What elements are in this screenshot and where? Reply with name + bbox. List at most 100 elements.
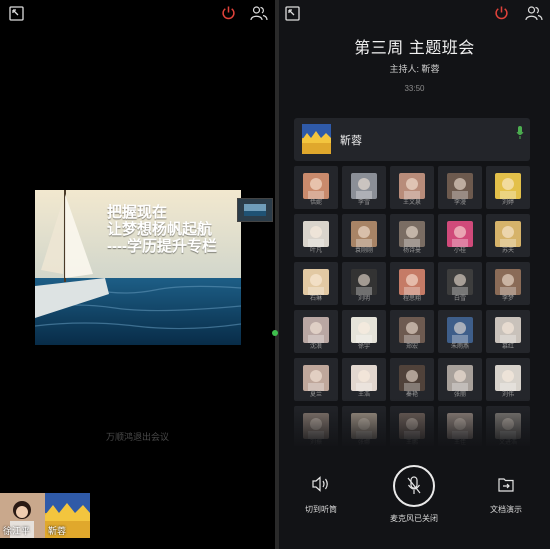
participant-cell[interactable]: 徐宇 bbox=[342, 310, 386, 353]
participant-name: 苏天 bbox=[501, 248, 514, 254]
exit-fullscreen-icon[interactable] bbox=[284, 5, 301, 22]
participants-icon[interactable] bbox=[249, 4, 268, 22]
participant-cell[interactable]: 文进浩 bbox=[486, 406, 530, 446]
participant-cell[interactable]: 沈浪 bbox=[294, 310, 338, 353]
participant-cell[interactable]: 白雪 bbox=[438, 262, 482, 305]
participant-cell[interactable]: 李梦 bbox=[486, 262, 530, 305]
slide-thumbnail[interactable] bbox=[237, 198, 273, 222]
video-tile[interactable]: 徐江平 bbox=[0, 493, 45, 538]
avatar bbox=[351, 317, 377, 343]
avatar bbox=[495, 413, 521, 439]
power-icon[interactable] bbox=[220, 4, 237, 21]
participant-cell[interactable]: 慕红 bbox=[486, 310, 530, 353]
speaker-toggle-button[interactable]: 切到听筒 bbox=[299, 470, 343, 515]
participant-name: 李漫 bbox=[453, 200, 466, 206]
video-tile-name: 靳蓉 bbox=[48, 526, 67, 536]
participant-cell[interactable]: 李雪 bbox=[342, 166, 386, 209]
doc-share-button[interactable]: 文档演示 bbox=[484, 470, 528, 515]
participant-name: 杨诗曼 bbox=[402, 248, 421, 254]
participant-name: 王文泉 bbox=[402, 200, 421, 206]
participant-grid: 恬妮 李雪 王文泉 李漫 刘婷叶凡 袁刚刚 杨诗曼 小桂 苏天石琳 刘明 程思翔 白雪 李梦沈浪 徐宇 郑宏… bbox=[294, 166, 534, 446]
mic-active-icon bbox=[516, 126, 524, 144]
avatar bbox=[447, 413, 473, 439]
avatar bbox=[303, 269, 329, 295]
participant-cell[interactable]: 苏天 bbox=[486, 214, 530, 257]
avatar bbox=[351, 365, 377, 391]
avatar bbox=[399, 413, 425, 439]
participant-name: 程思翔 bbox=[402, 296, 421, 302]
speaker-toggle-label: 切到听筒 bbox=[305, 505, 337, 514]
participant-name: 秦艳 bbox=[405, 392, 418, 398]
participant-name: 夏兰 bbox=[309, 392, 322, 398]
participant-cell[interactable]: 刘明 bbox=[342, 262, 386, 305]
participant-name: 张丽 bbox=[453, 392, 466, 398]
participant-cell[interactable]: 朱雨燕 bbox=[438, 310, 482, 353]
participant-name: 朱雨燕 bbox=[450, 344, 469, 350]
participant-cell[interactable]: 刘婷 bbox=[486, 166, 530, 209]
host-row[interactable]: 靳蓉 bbox=[294, 118, 530, 161]
participant-cell[interactable]: 叶凡 bbox=[294, 214, 338, 257]
status-message: 万顺鸿退出会议 bbox=[105, 432, 169, 442]
participant-cell[interactable]: 袁刚刚 bbox=[342, 214, 386, 257]
participant-name: 郑宏 bbox=[405, 344, 418, 350]
meeting-panel: 第三周 主题班会 主持人: 靳蓉 33:50 靳蓉 恬妮 李雪 王文泉 李漫 刘婷 叶凡 袁… bbox=[279, 0, 550, 549]
avatar bbox=[399, 221, 425, 247]
participants-icon[interactable] bbox=[524, 4, 543, 22]
avatar bbox=[303, 365, 329, 391]
participant-name: 李梦 bbox=[501, 296, 514, 302]
participant-cell[interactable]: 王文泉 bbox=[390, 166, 434, 209]
participant-name: 沈浪 bbox=[309, 344, 322, 350]
active-indicator bbox=[272, 330, 278, 336]
avatar bbox=[495, 221, 521, 247]
avatar bbox=[302, 124, 331, 154]
mic-toggle-button[interactable]: 麦克风已关闭 bbox=[384, 465, 444, 524]
participant-cell[interactable]: 刘振 bbox=[294, 406, 338, 446]
right-top-bar bbox=[279, 0, 550, 30]
participant-name: 叶凡 bbox=[309, 248, 322, 254]
slide-line-1: 把握现在 bbox=[107, 204, 168, 221]
participant-cell[interactable]: 秦艳 bbox=[390, 358, 434, 401]
participant-cell[interactable]: 程思翔 bbox=[390, 262, 434, 305]
participant-cell[interactable]: 王浩 bbox=[342, 358, 386, 401]
participant-cell[interactable]: 李漫 bbox=[438, 166, 482, 209]
participant-cell[interactable]: 张娜 bbox=[342, 406, 386, 446]
exit-fullscreen-icon[interactable] bbox=[8, 5, 25, 22]
avatar bbox=[303, 413, 329, 439]
left-top-bar bbox=[0, 0, 275, 30]
avatar bbox=[495, 317, 521, 343]
host-name: 靳蓉 bbox=[340, 135, 362, 147]
video-tile[interactable]: 靳蓉 bbox=[45, 493, 90, 538]
slide-line-3: ----学历提升专栏 bbox=[107, 238, 217, 255]
participant-cell[interactable]: 夏兰 bbox=[294, 358, 338, 401]
participant-cell[interactable]: 石琳 bbox=[294, 262, 338, 305]
avatar bbox=[495, 269, 521, 295]
participant-cell[interactable]: 小桂 bbox=[438, 214, 482, 257]
power-icon[interactable] bbox=[493, 4, 510, 21]
participant-name: 王浩 bbox=[357, 392, 370, 398]
participant-name: 刘振 bbox=[309, 440, 322, 446]
avatar bbox=[399, 269, 425, 295]
participant-name: 恬妮 bbox=[309, 200, 322, 206]
participant-cell[interactable]: 刘伟 bbox=[486, 358, 530, 401]
participant-cell[interactable]: 张丽 bbox=[438, 358, 482, 401]
avatar bbox=[447, 173, 473, 199]
participant-cell[interactable]: 恬妮 bbox=[294, 166, 338, 209]
participant-name: 白雪 bbox=[453, 296, 466, 302]
mic-off-icon bbox=[393, 465, 435, 507]
participant-name: 袁刚刚 bbox=[354, 248, 373, 254]
participant-cell[interactable]: 王佳 bbox=[438, 406, 482, 446]
meeting-host: 主持人: 靳蓉 bbox=[389, 64, 440, 74]
avatar bbox=[447, 221, 473, 247]
participant-cell[interactable]: 王鹏 bbox=[390, 406, 434, 446]
avatar bbox=[447, 317, 473, 343]
participant-cell[interactable]: 郑宏 bbox=[390, 310, 434, 353]
participant-name: 刘伟 bbox=[501, 392, 514, 398]
participant-name: 李雪 bbox=[357, 200, 370, 206]
avatar bbox=[303, 173, 329, 199]
share-doc-icon bbox=[484, 470, 528, 498]
participant-name: 徐宇 bbox=[357, 344, 370, 350]
avatar bbox=[495, 173, 521, 199]
shared-slide: 把握现在 让梦想杨帆起航 ----学历提升专栏 bbox=[35, 190, 241, 345]
participant-cell[interactable]: 杨诗曼 bbox=[390, 214, 434, 257]
participant-name: 王佳 bbox=[453, 440, 466, 446]
